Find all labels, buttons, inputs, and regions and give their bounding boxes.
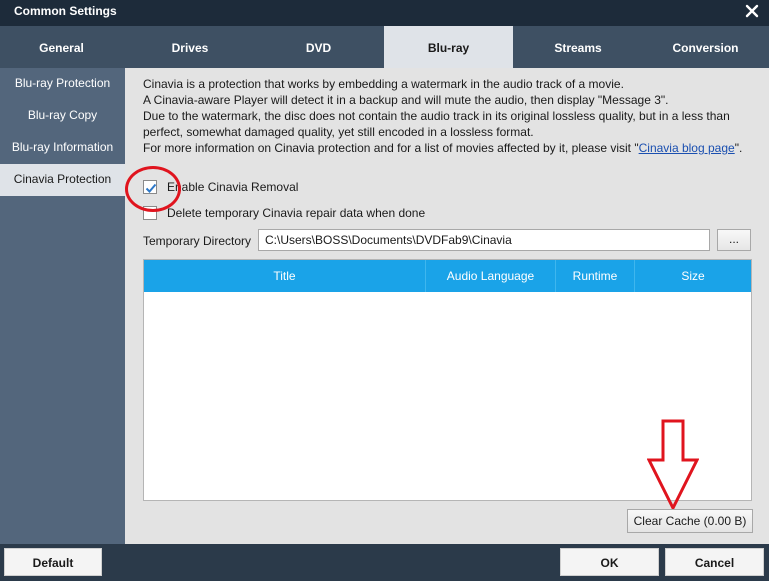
description-line-4-suffix: ". bbox=[734, 141, 743, 155]
cinavia-blog-link[interactable]: Cinavia blog page bbox=[639, 141, 735, 155]
delete-temp-label: Delete temporary Cinavia repair data whe… bbox=[167, 206, 426, 220]
cinavia-panel: Cinavia is a protection that works by em… bbox=[125, 68, 769, 544]
title-bar: Common Settings bbox=[0, 0, 769, 26]
close-icon[interactable] bbox=[743, 2, 761, 20]
tab-blu-ray[interactable]: Blu-ray bbox=[384, 26, 513, 68]
sidebar-item-blu-ray-information[interactable]: Blu-ray Information bbox=[0, 132, 125, 164]
column-size[interactable]: Size bbox=[635, 260, 751, 292]
description-line-4-text: For more information on Cinavia protecti… bbox=[143, 141, 639, 155]
temp-directory-label: Temporary Directory bbox=[143, 234, 252, 248]
clear-cache-button[interactable]: Clear Cache (0.00 B) bbox=[627, 509, 753, 533]
tab-general[interactable]: General bbox=[0, 26, 123, 68]
description-line-4: For more information on Cinavia protecti… bbox=[143, 140, 759, 156]
delete-temp-checkbox[interactable] bbox=[143, 206, 157, 220]
tab-conversion[interactable]: Conversion bbox=[642, 26, 769, 68]
column-audio-language[interactable]: Audio Language bbox=[426, 260, 556, 292]
default-button[interactable]: Default bbox=[4, 548, 102, 576]
tab-dvd[interactable]: DVD bbox=[256, 26, 381, 68]
description-line-2: A Cinavia-aware Player will detect it in… bbox=[143, 93, 669, 107]
column-runtime[interactable]: Runtime bbox=[556, 260, 635, 292]
footer-bar: Default OK Cancel bbox=[0, 544, 769, 581]
delete-temp-option: Delete temporary Cinavia repair data whe… bbox=[143, 204, 425, 222]
cancel-button[interactable]: Cancel bbox=[665, 548, 764, 576]
table-header: Title Audio Language Runtime Size bbox=[144, 260, 751, 292]
enable-cinavia-checkbox[interactable] bbox=[143, 180, 157, 194]
sidebar: Blu-ray Protection Blu-ray Copy Blu-ray … bbox=[0, 68, 125, 544]
tab-bar: General Drives DVD Blu-ray Streams Conve… bbox=[0, 26, 769, 68]
sidebar-item-cinavia-protection[interactable]: Cinavia Protection bbox=[0, 164, 125, 196]
enable-cinavia-label: Enable Cinavia Removal bbox=[167, 180, 299, 194]
sidebar-item-blu-ray-copy[interactable]: Blu-ray Copy bbox=[0, 100, 125, 132]
cinavia-description: Cinavia is a protection that works by em… bbox=[143, 76, 759, 156]
temp-directory-input[interactable] bbox=[258, 229, 710, 251]
column-title[interactable]: Title bbox=[144, 260, 426, 292]
enable-cinavia-option: Enable Cinavia Removal bbox=[143, 178, 298, 196]
sidebar-item-blu-ray-protection[interactable]: Blu-ray Protection bbox=[0, 68, 125, 100]
checkmark-icon bbox=[145, 183, 157, 193]
browse-button[interactable]: ... bbox=[717, 229, 751, 251]
description-line-1: Cinavia is a protection that works by em… bbox=[143, 77, 624, 91]
window-title: Common Settings bbox=[14, 4, 117, 18]
cinavia-table[interactable]: Title Audio Language Runtime Size bbox=[143, 259, 752, 501]
tab-drives[interactable]: Drives bbox=[128, 26, 252, 68]
tab-streams[interactable]: Streams bbox=[514, 26, 642, 68]
description-line-3: Due to the watermark, the disc does not … bbox=[143, 109, 730, 139]
ok-button[interactable]: OK bbox=[560, 548, 659, 576]
